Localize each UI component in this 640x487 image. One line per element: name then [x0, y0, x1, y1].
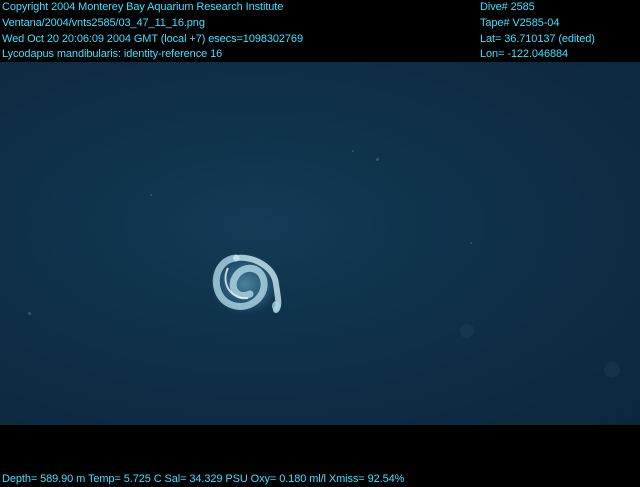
datetime-text: Wed Oct 20 20:06:09 2004 GMT (local +7) … — [2, 33, 303, 45]
underwater-scene — [0, 62, 640, 425]
file-path-text: Ventana/2004/vnts2585/03_47_11_16.png — [2, 17, 205, 29]
sensor-readout-text: Depth= 589.90 m Temp= 5.725 C Sal= 34.32… — [2, 473, 405, 485]
species-text: Lycodapus mandibularis: identity-referen… — [2, 48, 223, 60]
tape-number-text: Tape# V2585-04 — [480, 17, 560, 29]
longitude-text: Lon= -122.046884 — [480, 48, 569, 60]
copyright-text: Copyright 2004 Monterey Bay Aquarium Res… — [2, 1, 284, 13]
dive-number-text: Dive# 2585 — [480, 1, 535, 13]
eelpout-fish — [209, 252, 282, 316]
latitude-text: Lat= 36.710137 (edited) — [480, 33, 595, 45]
